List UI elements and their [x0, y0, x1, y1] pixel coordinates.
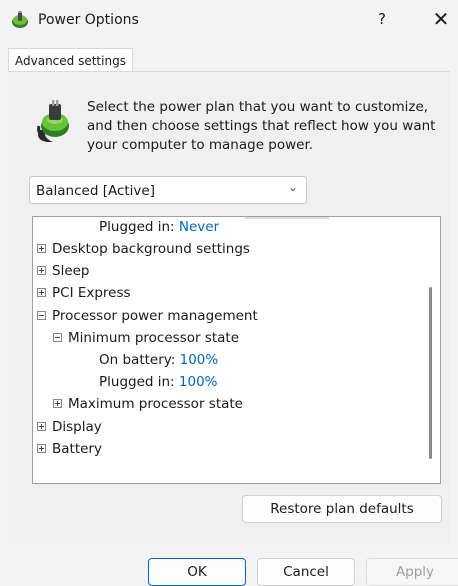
- apply-button[interactable]: Apply: [366, 558, 458, 586]
- plan-description: Select the power plan that you want to c…: [87, 99, 436, 153]
- tree-item-processor-power-management[interactable]: Processor power management: [37, 306, 258, 326]
- tab-strip: Advanced settings: [8, 48, 450, 73]
- tree-item-desktop-background-settings[interactable]: Desktop background settings: [37, 239, 250, 259]
- tree-item-label: Sleep: [52, 263, 90, 279]
- power-plan-select[interactable]: Balanced [Active] ⌄: [29, 176, 307, 204]
- tree-item-label: PCI Express: [52, 285, 131, 301]
- tree-top-edge-mark: [245, 217, 329, 219]
- battery-plug-icon: [37, 100, 69, 142]
- tree-scrollbar-thumb[interactable]: [429, 287, 432, 459]
- tree-item-on-battery-setting[interactable]: On battery: 100%: [99, 350, 218, 370]
- tree-item-pci-express[interactable]: PCI Express: [37, 283, 131, 303]
- ok-button[interactable]: OK: [148, 558, 246, 586]
- tree-item-minimum-processor-state[interactable]: Minimum processor state: [53, 328, 239, 348]
- expand-icon[interactable]: [53, 399, 62, 408]
- expand-icon[interactable]: [37, 422, 46, 431]
- tree-item-label: Processor power management: [52, 308, 258, 324]
- power-plan-select-value: Balanced [Active]: [36, 183, 155, 199]
- tab-advanced-settings[interactable]: Advanced settings: [8, 48, 133, 73]
- dialog-footer: OK Cancel Apply: [0, 543, 458, 586]
- tree-item-maximum-processor-state[interactable]: Maximum processor state: [53, 394, 243, 414]
- tree-item-value[interactable]: 100%: [179, 374, 218, 390]
- close-button[interactable]: ✕: [430, 8, 452, 30]
- tree-item-display[interactable]: Display: [37, 417, 102, 437]
- tree-item-label: Plugged in:: [99, 219, 179, 235]
- title-bar: Power Options ? ✕: [0, 0, 458, 40]
- collapse-icon[interactable]: [53, 333, 62, 342]
- collapse-icon[interactable]: [37, 311, 46, 320]
- tree-item-value[interactable]: 100%: [180, 352, 219, 368]
- expand-icon[interactable]: [37, 266, 46, 275]
- tree-item-label: Plugged in:: [99, 374, 179, 390]
- cancel-button[interactable]: Cancel: [257, 558, 355, 586]
- power-options-dialog: Power Options ? ✕ Advanced settings Sele…: [0, 0, 458, 586]
- tree-item-plugged-in-setting[interactable]: Plugged in: Never: [99, 217, 219, 237]
- tree-item-label: On battery:: [99, 352, 180, 368]
- advanced-settings-panel: Select the power plan that you want to c…: [8, 71, 450, 544]
- tree-item-sleep[interactable]: Sleep: [37, 261, 90, 281]
- tree-item-plugged-in-setting[interactable]: Plugged in: 100%: [99, 372, 218, 392]
- settings-tree[interactable]: Plugged in: Never Desktop background set…: [32, 216, 441, 484]
- tree-item-battery[interactable]: Battery: [37, 439, 102, 459]
- tree-item-label: Maximum processor state: [68, 396, 243, 412]
- restore-plan-defaults-button[interactable]: Restore plan defaults: [242, 495, 442, 523]
- chevron-down-icon: ⌄: [287, 180, 298, 194]
- power-options-icon: [12, 11, 28, 28]
- expand-icon[interactable]: [37, 288, 46, 297]
- window-title: Power Options: [38, 12, 139, 28]
- tree-item-label: Minimum processor state: [68, 330, 240, 346]
- help-button[interactable]: ?: [372, 10, 392, 30]
- tree-item-label: Display: [52, 419, 102, 435]
- tree-item-label: Desktop background settings: [52, 241, 250, 257]
- expand-icon[interactable]: [37, 444, 46, 453]
- tree-item-value[interactable]: Never: [179, 219, 219, 235]
- tree-item-label: Battery: [52, 441, 102, 457]
- expand-icon[interactable]: [37, 244, 46, 253]
